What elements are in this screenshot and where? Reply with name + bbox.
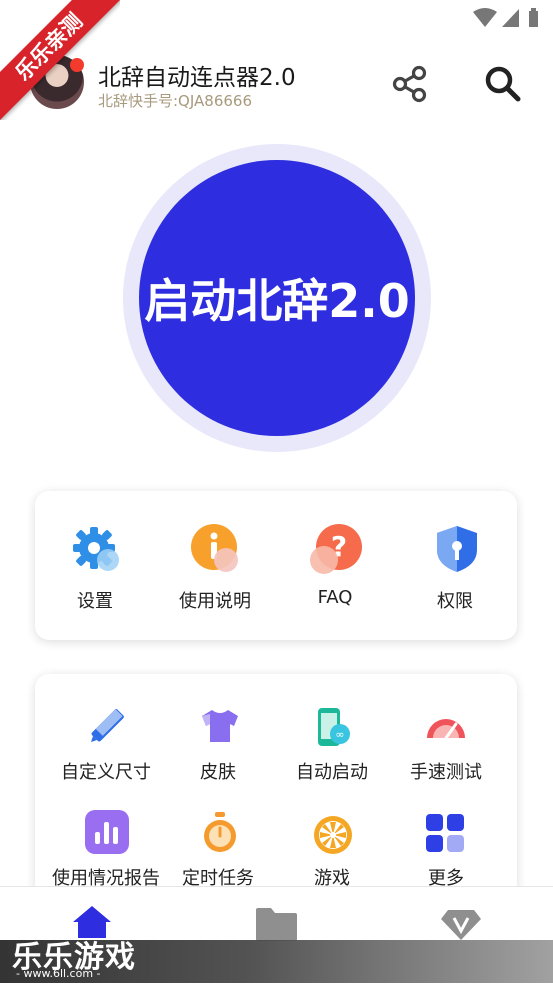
menu-item-label: 皮肤 xyxy=(200,762,236,783)
menu-item-custom-size[interactable]: 自定义尺寸 xyxy=(46,674,166,784)
menu-item-label: 使用说明 xyxy=(179,591,251,612)
watermark-url: - www.6ll.com - xyxy=(16,967,101,980)
app-title: 北辞自动连点器2.0 xyxy=(98,65,296,91)
start-button-label: 启动北辞2.0 xyxy=(144,274,410,328)
grid-icon xyxy=(426,814,464,852)
share-icon[interactable] xyxy=(390,64,430,104)
account-id: 北辞快手号:QJA86666 xyxy=(98,92,252,110)
cell-signal-icon xyxy=(502,9,519,27)
battery-icon xyxy=(529,8,538,27)
menu-item-scheduled-task[interactable]: 定时任务 xyxy=(158,784,278,894)
svg-text:∞: ∞ xyxy=(335,728,344,741)
corner-ribbon: 乐乐亲测 xyxy=(0,0,120,120)
menu-item-instructions[interactable]: 使用说明 xyxy=(155,491,275,640)
menu-item-label: 权限 xyxy=(437,591,473,612)
question-icon: ? xyxy=(310,524,362,574)
ribbon-label: 乐乐亲测 xyxy=(0,0,120,120)
menu-item-label: 手速测试 xyxy=(410,762,482,783)
menu-item-speed-test[interactable]: 手速测试 xyxy=(386,674,506,784)
phone-link-icon: ∞ xyxy=(318,708,350,746)
menu-item-label: 设置 xyxy=(77,591,113,612)
menu-item-more[interactable]: 更多 xyxy=(386,784,506,894)
info-icon xyxy=(191,524,238,572)
gear-icon xyxy=(73,527,119,571)
bar-chart-icon xyxy=(85,810,129,854)
wheel-icon xyxy=(314,816,352,854)
menu-item-permissions[interactable]: 权限 xyxy=(395,491,515,640)
wifi-icon xyxy=(473,8,497,27)
menu-item-settings[interactable]: 设置 xyxy=(35,491,155,640)
search-icon[interactable] xyxy=(482,63,522,103)
start-button[interactable]: 启动北辞2.0 xyxy=(139,160,415,436)
menu-item-label: 自动启动 xyxy=(296,762,368,783)
folder-icon[interactable] xyxy=(255,907,298,941)
stopwatch-icon xyxy=(204,812,236,852)
vip-diamond-icon[interactable] xyxy=(440,909,482,941)
menu-item-label: 自定义尺寸 xyxy=(61,762,151,783)
tools-card: 自定义尺寸 皮肤 ∞ 自动启动 手速测试 使用情况报告 定时任务 游戏 更多 xyxy=(35,674,517,904)
shield-key-icon xyxy=(437,526,477,572)
menu-item-faq[interactable]: ? FAQ xyxy=(275,491,395,640)
ruler-pencil-icon xyxy=(91,709,124,742)
menu-item-skin[interactable]: 皮肤 xyxy=(158,674,278,784)
quick-menu-card: 设置 使用说明 ? FAQ 权限 xyxy=(35,491,517,640)
menu-item-auto-start[interactable]: ∞ 自动启动 xyxy=(272,674,392,784)
speedometer-icon xyxy=(427,719,465,740)
menu-item-game[interactable]: 游戏 xyxy=(272,784,392,894)
menu-item-label: FAQ xyxy=(317,587,353,608)
menu-item-usage-report[interactable]: 使用情况报告 xyxy=(46,784,166,894)
shirt-icon xyxy=(202,710,238,742)
